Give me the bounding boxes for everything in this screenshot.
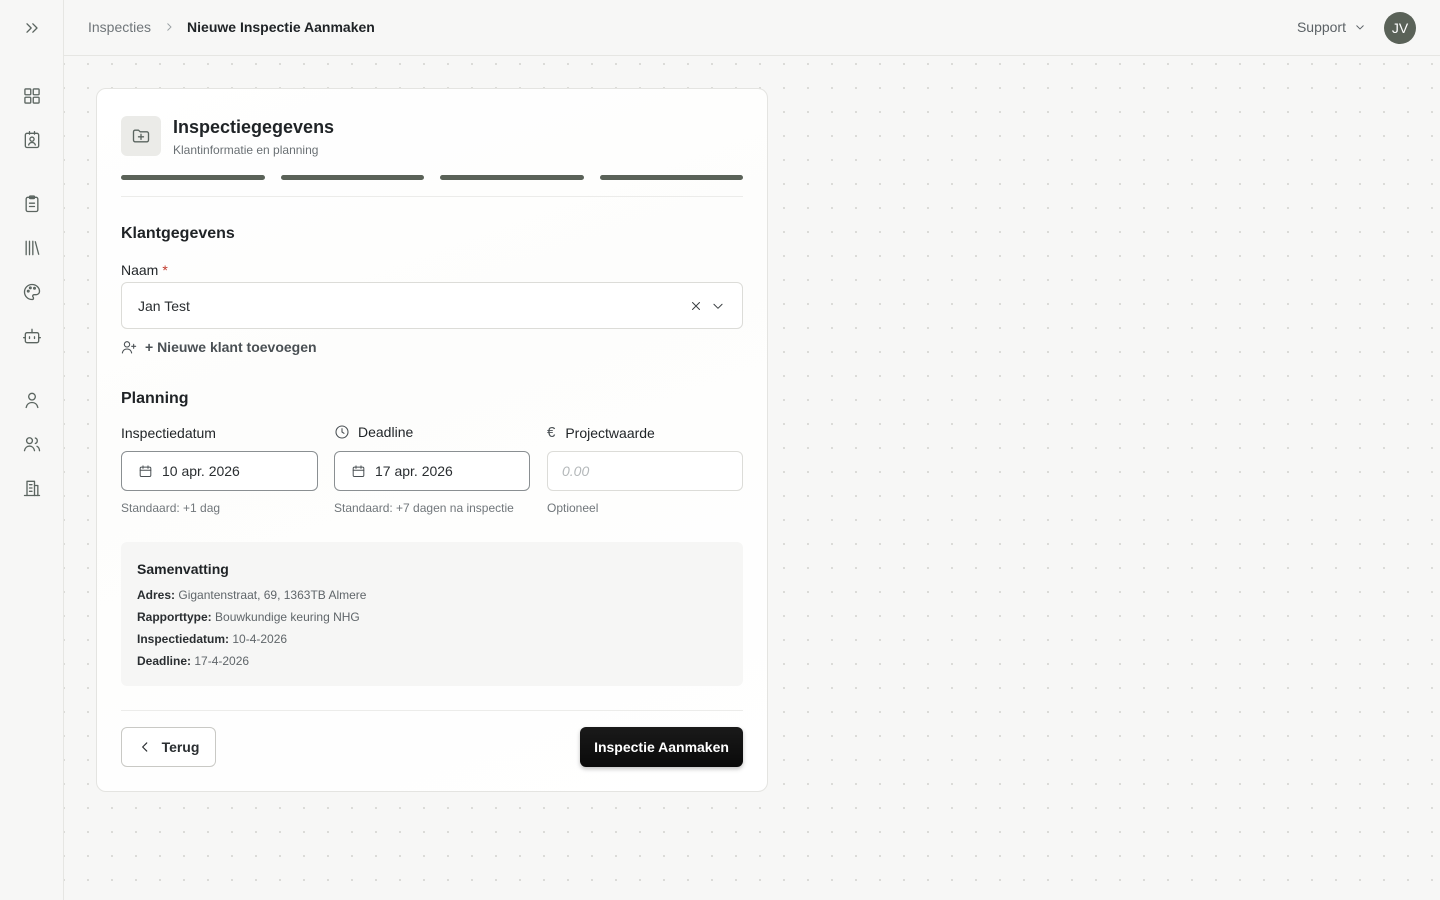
users-icon [23,437,41,452]
chevron-right-icon [163,21,175,33]
project-value-hint: Optioneel [547,501,599,515]
name-label-text: Naam [121,262,159,278]
support-label: Support [1296,19,1346,35]
inspection-date-label-text: Inspectiedatum [121,425,216,441]
sidebar-item-contacts[interactable] [20,128,44,152]
calendar-icon [139,464,152,477]
summary-date-label: Inspectiedatum: [137,632,230,646]
sidebar [0,0,64,900]
contact-card-icon [24,131,40,149]
summary-address: Adres: Gigantenstraat, 69, 1363TB Almere [137,588,366,602]
name-label: Naam * [121,262,168,278]
sidebar-item-inspections[interactable] [20,192,44,216]
inspection-date-picker[interactable]: 10 apr. 2026 [121,451,318,491]
create-inspection-button[interactable]: Inspectie Aanmaken [580,727,743,767]
back-button[interactable]: Terug [121,727,216,767]
progress-step [121,175,265,180]
card-title: Inspectiegegevens [173,117,335,137]
dashboard-icon [24,88,40,104]
client-section-title: Klantgegevens [121,225,235,242]
chevron-down-icon [1356,25,1364,30]
client-select[interactable]: Jan Test [121,282,743,329]
deadline-date-picker[interactable]: 17 apr. 2026 [334,451,530,491]
close-icon [692,302,700,310]
deadline-label-text: Deadline [358,424,414,440]
project-value-input[interactable] [562,463,722,479]
clipboard-icon [25,195,39,213]
summary-address-value: Gigantenstraat, 69, 1363TB Almere [178,588,367,602]
user-plus-icon [121,341,137,354]
sidebar-item-assistant[interactable] [20,324,44,348]
card-subtitle: Klantinformatie en planning [173,143,319,157]
project-value-label: € Projectwaarde [547,424,655,441]
planning-section-title: Planning [121,390,189,407]
inspection-date-hint: Standaard: +1 dag [121,501,221,515]
progress-step [599,175,743,180]
expand-sidebar-button[interactable] [20,16,44,40]
summary-deadline: Deadline: 17-4-2026 [137,654,249,668]
summary-report-label: Rapporttype: [137,610,212,624]
divider [121,196,743,197]
building-icon [23,480,41,497]
progress-step [280,175,424,180]
summary-address-label: Adres: [137,588,176,602]
bot-icon [23,328,41,344]
required-marker: * [162,262,168,278]
breadcrumb: Inspecties Nieuwe Inspectie Aanmaken [88,19,375,35]
sidebar-item-profile[interactable] [20,388,44,412]
deadline-label: Deadline [334,424,413,440]
summary-date-value: 10-4-2026 [232,632,288,646]
summary-deadline-label: Deadline: [137,654,192,668]
chevron-left-icon [141,742,147,752]
chevron-down-icon [713,303,723,309]
deadline-value: 17 apr. 2026 [375,463,453,479]
calendar-icon [352,464,365,477]
clear-selection-button[interactable] [688,298,704,314]
sidebar-item-team[interactable] [20,432,44,456]
step-progress [121,175,743,180]
page-title: Nieuwe Inspectie Aanmaken [187,19,375,35]
support-menu-button[interactable]: Support [1297,19,1366,35]
inspection-form-card: Inspectiegegevens Klantinformatie en pla… [96,88,768,792]
euro-icon: € [547,424,556,441]
sidebar-item-library[interactable] [20,236,44,260]
project-value-field[interactable] [547,451,743,491]
summary-report-value: Bouwkundige keuring NHG [215,610,360,624]
client-select-value: Jan Test [138,298,190,314]
inspection-date-value: 10 apr. 2026 [162,463,240,479]
back-button-label: Terug [161,739,200,755]
clock-icon [335,425,349,439]
library-icon [25,240,40,256]
add-client-button[interactable]: + Nieuwe klant toevoegen [121,339,317,355]
sidebar-item-organization[interactable] [20,476,44,500]
summary-panel: Samenvatting Adres: Gigantenstraat, 69, … [121,542,743,686]
summary-deadline-value: 17-4-2026 [194,654,250,668]
deadline-hint: Standaard: +7 dagen na inspectie [334,501,514,515]
progress-step [440,175,584,180]
divider [121,710,743,711]
summary-report-type: Rapporttype: Bouwkundige keuring NHG [137,610,360,624]
folder-plus-icon [121,116,161,156]
project-value-label-text: Projectwaarde [565,424,655,441]
sidebar-item-appearance[interactable] [20,280,44,304]
top-header: Inspecties Nieuwe Inspectie Aanmaken Sup… [64,0,1440,56]
select-dropdown-toggle[interactable] [710,298,726,314]
inspection-date-label: Inspectiedatum [121,425,216,441]
user-icon [25,392,39,409]
summary-title: Samenvatting [137,561,229,577]
chevrons-right-icon [26,23,38,33]
breadcrumb-inspecties-link[interactable]: Inspecties [88,19,151,35]
sidebar-item-dashboard[interactable] [20,84,44,108]
palette-icon [23,283,41,301]
summary-inspection-date: Inspectiedatum: 10-4-2026 [137,632,287,646]
avatar[interactable]: JV [1384,12,1416,44]
add-client-label: + Nieuwe klant toevoegen [145,339,317,355]
